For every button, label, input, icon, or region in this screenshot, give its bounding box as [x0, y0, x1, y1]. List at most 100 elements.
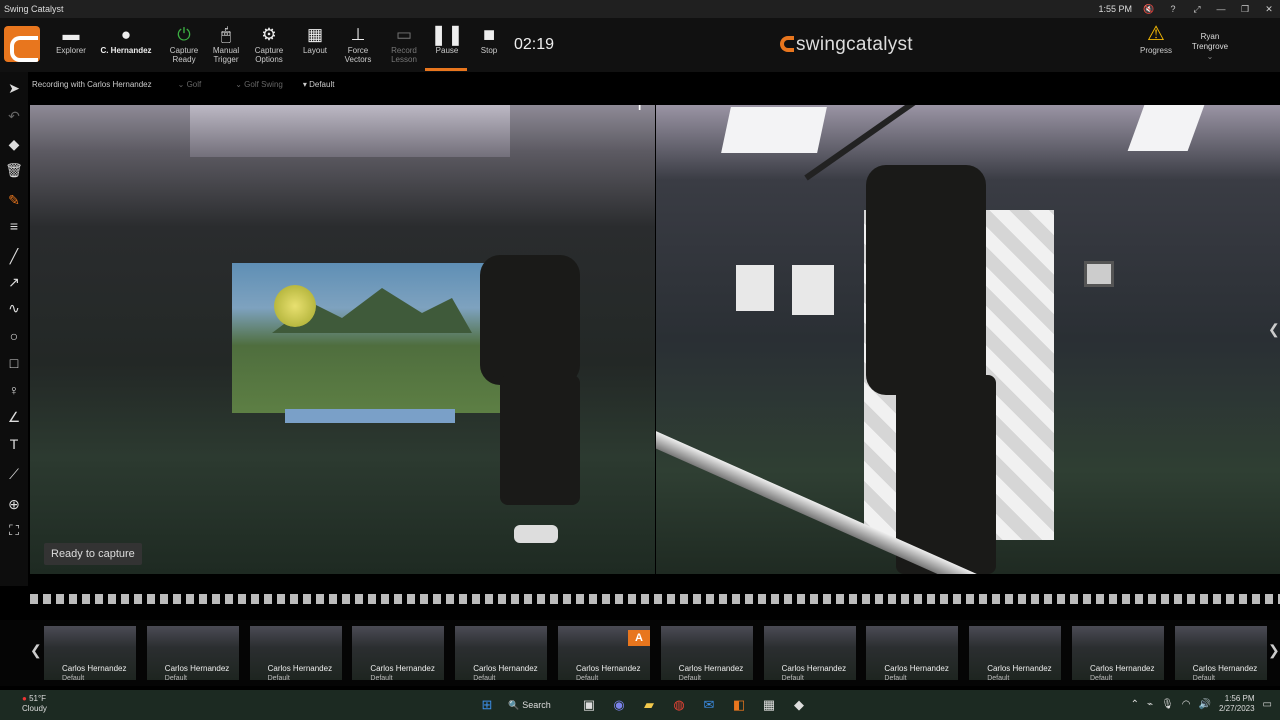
drawing-toolbar: ➤ ↶ ◆ 🗑 ✎ ≡ ╱ ↗ ∿ ○ □ ♀ ∠ T ⟋ ⊕ ⛶ — [0, 72, 28, 586]
chevron-down-icon: ⌄ — [1206, 52, 1214, 61]
thumbnail-name: Carlos Hernandez — [987, 664, 1052, 673]
capture-thumbnail[interactable]: Carlos Hernandez Default — [763, 626, 856, 680]
text-tool-icon[interactable]: T — [4, 434, 24, 454]
taskbar-apps: ⊞ 🔍 Search ▣ ◉ ▰ ◍ ✉ ◧ ▦ ◆ — [478, 694, 808, 716]
annotation-badge: A — [628, 630, 650, 646]
record-lesson-button[interactable]: ▭ Record Lesson — [384, 18, 424, 72]
pointer-icon[interactable]: ➤ — [4, 78, 24, 98]
thumbnail-preset: Default — [473, 675, 496, 680]
weather-widget[interactable]: ● 51°F Cloudy — [22, 694, 47, 714]
system-tray: ⌃ ⌁ 🎙 ◠ 🔊 1:56 PM 2/27/2023 ▭ — [1131, 694, 1272, 714]
mute-icon[interactable]: 🔇 — [1142, 4, 1156, 15]
stop-icon: ■ — [482, 24, 496, 46]
freehand-tool-icon[interactable]: ∿ — [4, 298, 24, 318]
swingcatalyst-logo[interactable] — [4, 26, 40, 62]
fullscreen-icon[interactable]: ⤢ — [1190, 4, 1204, 15]
app-icon[interactable]: ◆ — [790, 696, 808, 714]
session-bar: Recording with Carlos Hernandez ⌄ Golf ⌄… — [28, 76, 334, 92]
capture-thumbnail[interactable]: Carlos Hernandez Default — [352, 626, 445, 680]
body-tool-icon[interactable]: ♀ — [4, 380, 24, 400]
start-icon[interactable]: ⊞ — [478, 696, 496, 714]
thumbnail-name: Carlos Hernandez — [1192, 664, 1258, 673]
file-explorer-icon[interactable]: ▰ — [640, 696, 658, 714]
thumbnail-preset: Default — [62, 675, 85, 680]
brand-mark-icon — [780, 36, 794, 52]
wifi-icon[interactable]: ◠ — [1182, 699, 1191, 710]
force-vectors-button[interactable]: ⊥ Force Vectors — [340, 18, 376, 72]
power-icon: ⏻ — [177, 25, 191, 44]
swingcatalyst-taskbar-icon[interactable]: ◧ — [730, 696, 748, 714]
microphone-icon[interactable]: 🎙 — [1161, 699, 1174, 710]
capture-timeline[interactable] — [30, 594, 1280, 604]
pause-button[interactable]: ❚❚ Pause — [428, 18, 466, 72]
camera-view-face-on[interactable]: i — [30, 105, 655, 574]
volume-icon[interactable]: 🔊 — [1199, 699, 1211, 710]
capture-timer: 02:19 — [514, 36, 555, 53]
task-view-icon[interactable]: ▣ — [580, 696, 598, 714]
mail-icon[interactable]: ✉ — [700, 696, 718, 714]
measure-tool-icon[interactable]: ⟋ — [4, 464, 24, 484]
scroll-left-icon[interactable]: ❮ — [30, 642, 42, 659]
chevron-up-icon[interactable]: ⌃ — [1131, 699, 1139, 710]
thumbnail-name: Carlos Hernandez — [267, 664, 333, 673]
taskbar-search[interactable]: 🔍 Search — [508, 700, 568, 711]
teams-icon[interactable]: ◉ — [610, 696, 628, 714]
main-toolbar: ▬ Explorer ● C. Hernandez ⏻ Capture Read… — [0, 18, 1280, 72]
capture-thumbnail[interactable]: Carlos Hernandez Default — [1072, 626, 1164, 680]
angle-tool-icon[interactable]: ∠ — [4, 407, 24, 427]
chrome-icon[interactable]: ◍ — [670, 696, 688, 714]
scroll-right-icon[interactable]: ❯ — [1268, 642, 1280, 659]
thumbnail-preset: Default — [1090, 675, 1113, 680]
capture-thumbnail[interactable]: Carlos Hernandez Default — [969, 626, 1062, 680]
capture-thumbnail[interactable]: Carlos Hernandez Default — [146, 626, 239, 680]
network-icon[interactable]: ⌁ — [1147, 699, 1153, 710]
line-tool-icon[interactable]: ╱ — [4, 246, 24, 266]
thumbnail-preset: Default — [987, 675, 1010, 680]
arrow-tool-icon[interactable]: ↗ — [4, 272, 24, 292]
minimize-button[interactable]: — — [1214, 4, 1228, 14]
help-icon[interactable]: ? — [1166, 4, 1180, 14]
chevron-left-icon[interactable]: ❮ — [1268, 321, 1280, 338]
sport-selector[interactable]: ⌄ Golf — [178, 80, 202, 89]
pause-active-indicator — [425, 68, 467, 71]
layout-button[interactable]: ▦ Layout — [298, 18, 332, 72]
line-width-icon[interactable]: ≡ — [4, 216, 24, 236]
progress-button[interactable]: ⚠ Progress — [1136, 22, 1176, 55]
circle-tool-icon[interactable]: ○ — [4, 326, 24, 346]
capture-ready-button[interactable]: ⏻ Capture Ready — [166, 18, 202, 72]
crop-icon[interactable]: ⛶ — [4, 520, 24, 540]
manual-trigger-button[interactable]: 🖱 Manual Trigger — [208, 18, 244, 72]
taskbar-clock[interactable]: 1:56 PM 2/27/2023 — [1219, 694, 1255, 714]
capture-thumbnail[interactable]: Carlos Hernandez Default — [660, 626, 753, 680]
close-button[interactable]: ✕ — [1262, 4, 1276, 15]
thumbnail-preset: Default — [370, 675, 393, 680]
capture-options-button[interactable]: ⚙ Capture Options — [250, 18, 288, 72]
activity-selector[interactable]: ⌄ Golf Swing — [235, 80, 283, 89]
zoom-icon[interactable]: ⊕ — [4, 494, 24, 514]
calculator-icon[interactable]: ▦ — [760, 696, 778, 714]
rectangle-tool-icon[interactable]: □ — [4, 353, 24, 373]
explorer-button[interactable]: ▬ Explorer — [52, 18, 90, 72]
thumbnail-preset: Default — [267, 675, 290, 680]
capture-thumbnail[interactable]: Carlos Hernandez Default — [44, 626, 136, 680]
preset-selector[interactable]: ▾ Default — [303, 80, 335, 89]
stop-button[interactable]: ■ Stop — [472, 18, 506, 72]
info-icon[interactable]: i — [638, 105, 641, 113]
account-menu[interactable]: Ryan Trengrove ⌄ — [1188, 32, 1232, 62]
notification-icon[interactable]: ▭ — [1263, 699, 1272, 710]
capture-thumbnail[interactable]: Carlos Hernandez Default — [455, 626, 548, 680]
capture-thumbnail[interactable]: Carlos Hernandez Default — [249, 626, 342, 680]
restore-button[interactable]: ❐ — [1238, 4, 1252, 15]
title-controls: 1:55 PM 🔇 ? ⤢ — ❐ ✕ — [1098, 0, 1276, 18]
search-icon: 🔍 — [508, 699, 520, 710]
camera-view-down-the-line[interactable] — [656, 105, 1280, 574]
capture-status: Ready to capture — [44, 543, 142, 565]
trash-icon[interactable]: 🗑 — [4, 160, 24, 180]
undo-icon[interactable]: ↶ — [4, 106, 24, 126]
capture-thumbnail[interactable]: Carlos Hernandez Default — [1174, 626, 1267, 680]
eraser-icon[interactable]: ◆ — [4, 134, 24, 154]
simulator-screen — [232, 263, 502, 413]
capture-thumbnail[interactable]: Carlos Hernandez Default — [866, 626, 959, 680]
edit-icon[interactable]: ✎ — [4, 190, 24, 210]
user-button[interactable]: ● C. Hernandez — [100, 18, 152, 72]
